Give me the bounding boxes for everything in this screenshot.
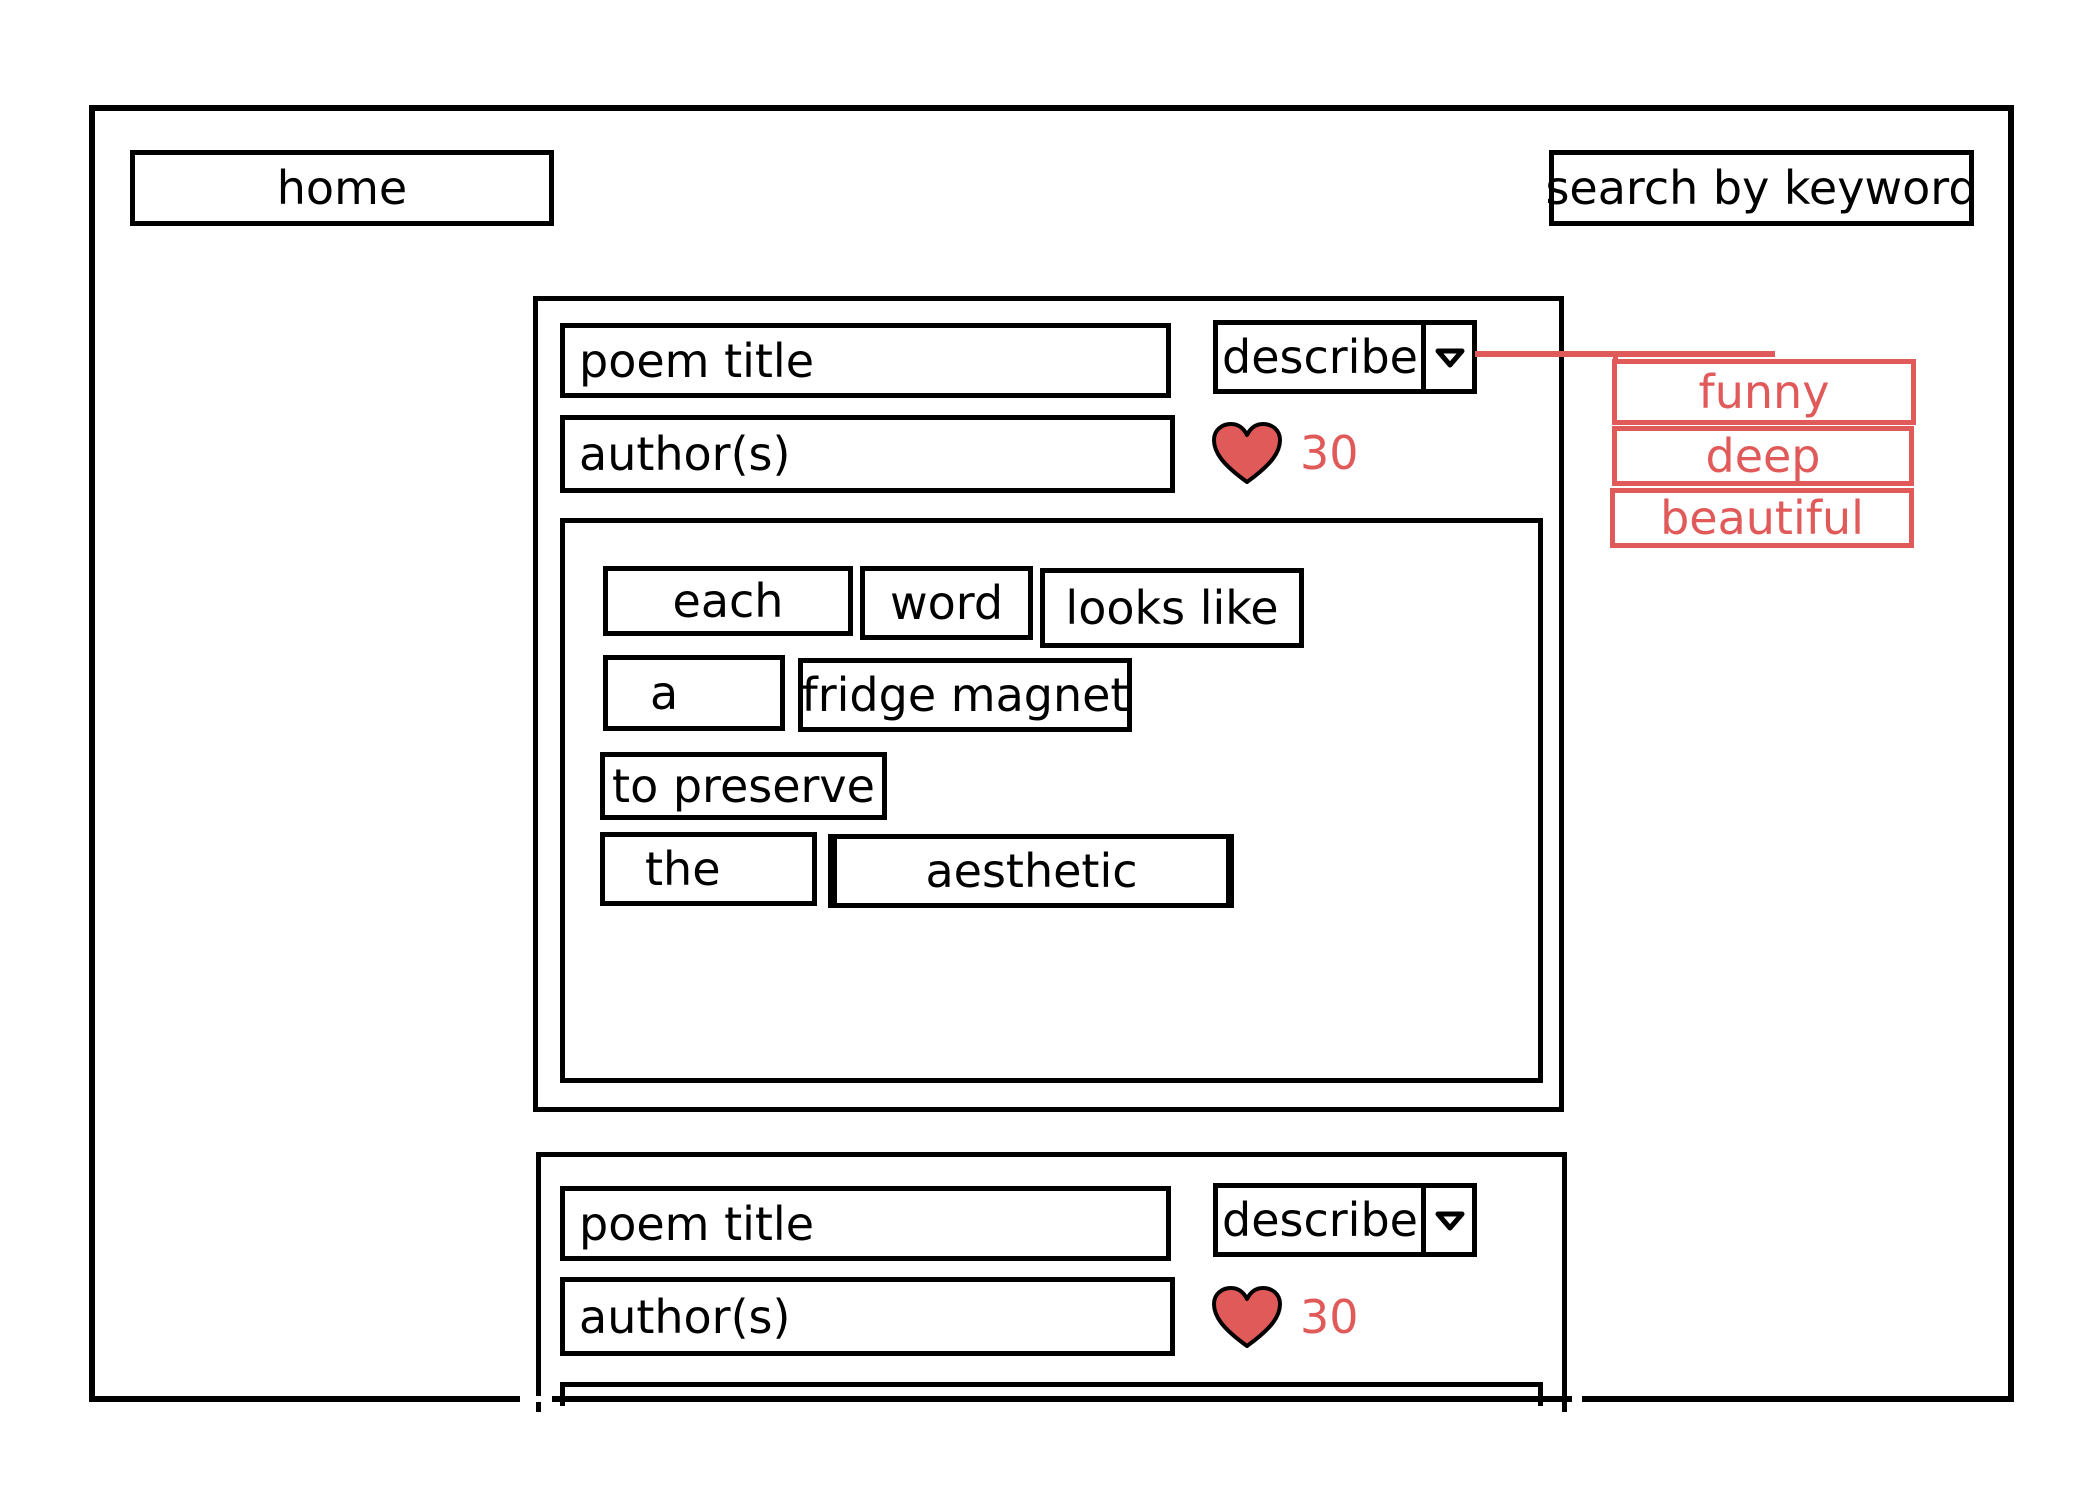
describe-option-deep[interactable]: deep bbox=[1612, 426, 1914, 486]
describe-dropdown[interactable]: describe bbox=[1213, 320, 1477, 394]
word-magnet-text: to preserve bbox=[612, 759, 875, 813]
dropdown-connector bbox=[1475, 351, 1775, 357]
word-magnet-text: a bbox=[650, 666, 679, 720]
describe-option-beautiful[interactable]: beautiful bbox=[1610, 488, 1914, 548]
describe-label-area: describe bbox=[1218, 325, 1422, 389]
poem-authors-text: author(s) bbox=[579, 1289, 791, 1344]
poem-authors-text: author(s) bbox=[579, 427, 791, 481]
search-by-keyword-input[interactable]: search by keyword bbox=[1545, 150, 1978, 226]
poem-title-field[interactable]: poem title bbox=[560, 323, 1171, 398]
search-label: search by keyword bbox=[1545, 161, 1978, 215]
chevron-down-icon[interactable] bbox=[1428, 1188, 1472, 1252]
heart-icon[interactable] bbox=[1210, 1284, 1284, 1350]
word-magnet-text: each bbox=[672, 574, 784, 628]
window-bottom-gap-right bbox=[1572, 1396, 1582, 1402]
chevron-down-icon[interactable] bbox=[1428, 325, 1472, 389]
word-magnet-text: aesthetic bbox=[925, 844, 1138, 898]
describe-dropdown[interactable]: describe bbox=[1213, 1183, 1477, 1257]
word-magnet[interactable]: each bbox=[603, 566, 853, 636]
word-magnet[interactable]: word bbox=[860, 566, 1033, 640]
describe-option-funny[interactable]: funny bbox=[1612, 359, 1916, 425]
describe-option-label: deep bbox=[1705, 429, 1821, 483]
describe-option-label: beautiful bbox=[1660, 491, 1864, 545]
poem-title-text: poem title bbox=[579, 1196, 815, 1251]
word-magnet[interactable]: the bbox=[600, 832, 817, 906]
word-magnet-text: looks like bbox=[1065, 581, 1279, 635]
home-button[interactable]: home bbox=[130, 150, 554, 226]
dropdown-divider bbox=[1421, 1188, 1426, 1252]
window-bottom-edge bbox=[89, 1396, 2014, 1402]
poem-authors-field[interactable]: author(s) bbox=[560, 415, 1175, 493]
window-bottom-gap-left bbox=[520, 1396, 552, 1402]
describe-label: describe bbox=[1222, 1193, 1418, 1247]
word-magnet[interactable]: fridge magnet bbox=[798, 658, 1132, 732]
describe-label: describe bbox=[1222, 330, 1418, 384]
word-magnet[interactable]: looks like bbox=[1040, 568, 1304, 648]
like-count: 30 bbox=[1300, 423, 1380, 483]
like-count: 30 bbox=[1300, 1287, 1380, 1347]
describe-option-label: funny bbox=[1698, 365, 1830, 419]
like-count-text: 30 bbox=[1300, 426, 1359, 480]
heart-icon[interactable] bbox=[1210, 420, 1284, 486]
word-magnet[interactable]: a bbox=[603, 655, 785, 731]
poem-authors-field[interactable]: author(s) bbox=[560, 1277, 1175, 1356]
word-magnet-text: word bbox=[889, 576, 1004, 630]
like-count-text: 30 bbox=[1300, 1290, 1359, 1344]
word-magnet-text: the bbox=[645, 842, 721, 896]
word-magnet[interactable]: aesthetic bbox=[828, 834, 1234, 908]
poem-body bbox=[560, 1382, 1543, 1406]
dropdown-divider bbox=[1421, 325, 1426, 389]
describe-label-area: describe bbox=[1218, 1188, 1422, 1252]
home-label: home bbox=[276, 161, 408, 215]
word-magnet[interactable]: to preserve bbox=[600, 752, 887, 820]
poem-title-text: poem title bbox=[579, 333, 815, 388]
word-magnet-text: fridge magnet bbox=[801, 668, 1129, 722]
poem-title-field[interactable]: poem title bbox=[560, 1186, 1171, 1261]
